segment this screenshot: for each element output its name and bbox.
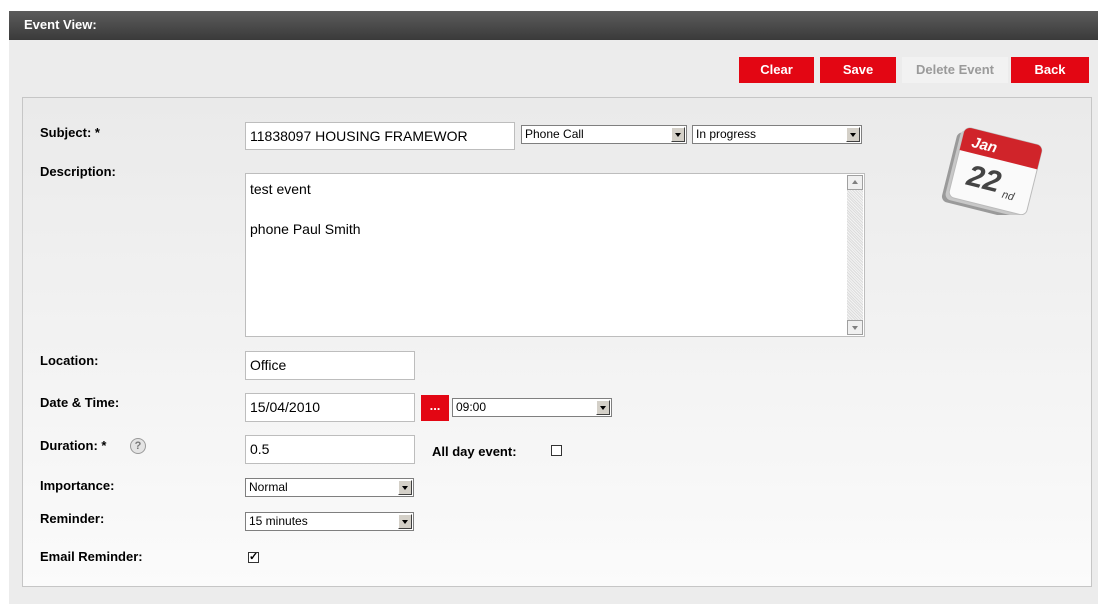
dropdown-arrow-icon	[398, 514, 412, 529]
description-label: Description:	[40, 164, 116, 179]
duration-input[interactable]: 0.5	[245, 435, 415, 464]
importance-label: Importance:	[40, 478, 115, 493]
delete-event-button[interactable]: Delete Event	[902, 57, 1008, 83]
date-input[interactable]: 15/04/2010	[245, 393, 415, 422]
save-button[interactable]: Save	[820, 57, 896, 83]
event-status-select[interactable]: In progress	[692, 125, 862, 144]
description-scrollbar[interactable]	[847, 175, 863, 335]
help-icon[interactable]: ?	[130, 438, 146, 454]
subject-label: Subject: *	[40, 125, 100, 140]
description-text: test event phone Paul Smith	[250, 181, 361, 237]
scroll-up-icon[interactable]	[847, 175, 863, 190]
location-label: Location:	[40, 353, 99, 368]
location-input[interactable]: Office	[245, 351, 415, 380]
dropdown-arrow-icon	[671, 127, 685, 142]
date-picker-button[interactable]: ...	[421, 395, 449, 421]
window-title: Event View:	[24, 17, 97, 32]
duration-label: Duration: *	[40, 438, 107, 453]
back-button[interactable]: Back	[1011, 57, 1089, 83]
time-select[interactable]: 09:00	[452, 398, 612, 417]
window-titlebar: Event View:	[9, 11, 1098, 42]
subject-input[interactable]: 11838097 HOUSING FRAMEWOR	[245, 122, 515, 150]
event-status-value: In progress	[696, 127, 757, 141]
scroll-down-icon[interactable]	[847, 320, 863, 335]
importance-select[interactable]: Normal	[245, 478, 414, 497]
email-reminder-checkbox[interactable]: ✓	[248, 552, 259, 563]
event-type-select[interactable]: Phone Call	[521, 125, 687, 144]
reminder-label: Reminder:	[40, 511, 105, 526]
event-type-value: Phone Call	[525, 127, 584, 141]
description-textarea[interactable]: test event phone Paul Smith	[245, 173, 865, 337]
all-day-checkbox[interactable]	[551, 445, 562, 456]
reminder-select[interactable]: 15 minutes	[245, 512, 414, 531]
checkbox-checkmark-icon: ✓	[249, 551, 259, 563]
clear-button[interactable]: Clear	[739, 57, 814, 83]
email-reminder-label: Email Reminder:	[40, 549, 143, 564]
importance-value: Normal	[249, 480, 288, 494]
time-value: 09:00	[456, 400, 487, 414]
event-form-panel	[22, 97, 1092, 587]
dropdown-arrow-icon	[596, 400, 610, 415]
calendar-icon: Jan 22 nd	[941, 127, 1043, 215]
all-day-label: All day event:	[432, 444, 517, 459]
dropdown-arrow-icon	[846, 127, 860, 142]
dropdown-arrow-icon	[398, 480, 412, 495]
date-time-label: Date & Time:	[40, 395, 120, 410]
reminder-value: 15 minutes	[249, 514, 308, 528]
